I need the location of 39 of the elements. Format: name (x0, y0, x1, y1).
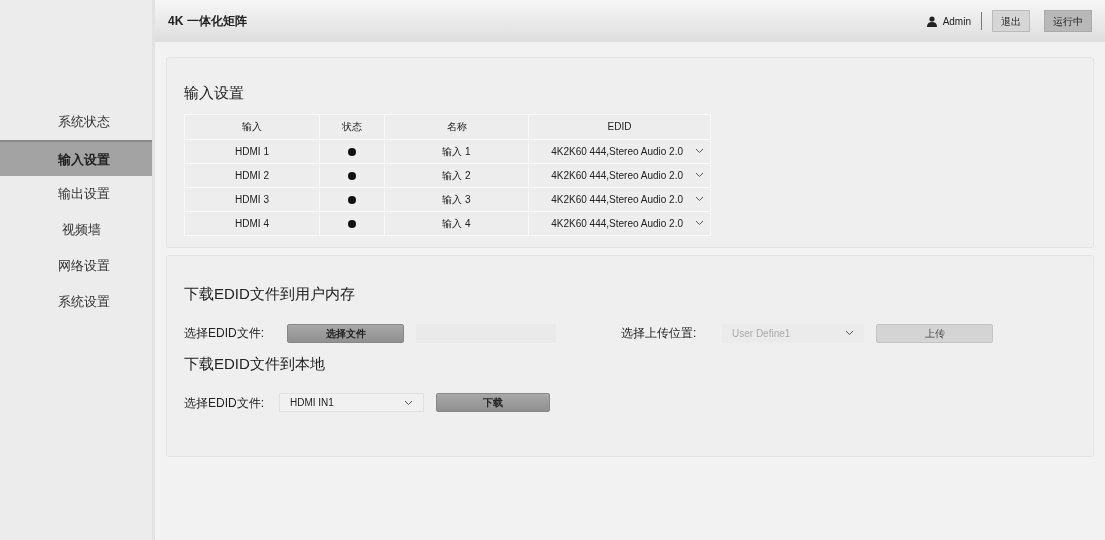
status-button[interactable]: 运行中 (1044, 10, 1092, 32)
field-label: 选择EDID文件: (184, 394, 265, 412)
chevron-down-icon (404, 399, 413, 406)
table-cell: HDMI 2 (184, 163, 320, 187)
table-cell: 输入 1 (384, 139, 529, 163)
table-cell: HDMI 1 (184, 139, 320, 163)
sidebar-item[interactable]: 输入设置 (0, 140, 152, 176)
section-title: 下载EDID文件到用户内存 (184, 284, 356, 304)
sidebar-item[interactable]: 输出设置 (0, 176, 152, 212)
sidebar-item[interactable]: 系统设置 (0, 284, 152, 320)
user-name: Admin (942, 14, 971, 29)
choose-file-button[interactable]: 选择文件 (287, 323, 404, 343)
table-cell: HDMI 4 (184, 211, 320, 235)
chevron-down-icon (695, 220, 704, 226)
table-cell: HDMI 3 (184, 187, 320, 211)
upload-button[interactable]: 上传 (876, 323, 993, 343)
app-title: 4K 一体化矩阵 (168, 13, 247, 30)
column-header: 输入 (184, 114, 320, 139)
file-dropdown[interactable]: HDMI IN1 (279, 393, 424, 412)
section-title: 下载EDID文件到本地 (184, 353, 326, 374)
chevron-down-icon (695, 196, 704, 202)
field-label: 选择EDID文件: (184, 325, 265, 342)
logout-button[interactable]: 退出 (992, 10, 1030, 32)
chevron-down-icon (695, 172, 704, 178)
field-label: 选择上传位置: (621, 325, 698, 342)
table-cell: 输入 3 (384, 187, 529, 211)
sidebar-item[interactable]: 系统状态 (0, 104, 152, 140)
user-icon (926, 15, 937, 27)
sidebar-item[interactable]: 网络设置 (0, 248, 152, 284)
column-header: 名称 (384, 114, 529, 139)
chevron-down-icon (845, 330, 854, 336)
section-title: 输入设置 (184, 83, 245, 103)
column-header: EDID (528, 114, 711, 139)
column-header: 状态 (319, 114, 385, 139)
sidebar-item[interactable]: 视频墙 (0, 212, 152, 248)
table-cell: 输入 2 (384, 163, 529, 187)
chevron-down-icon (695, 148, 704, 154)
download-button[interactable]: 下载 (436, 393, 550, 412)
table-cell: 输入 4 (384, 211, 529, 235)
